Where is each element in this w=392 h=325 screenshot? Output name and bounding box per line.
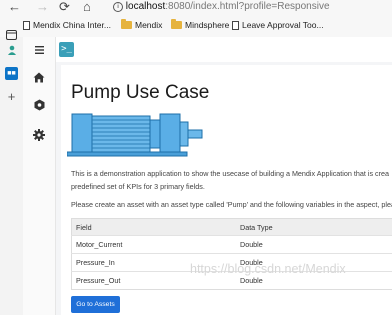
bookmark-mindsphere[interactable]: Mindsphere [171, 20, 229, 30]
page-icon [23, 21, 30, 30]
description-line-1: This is a demonstration application to s… [71, 169, 389, 178]
url-host: localhost [126, 1, 165, 12]
menu-icon[interactable] [32, 43, 46, 57]
content-card: Pump Use Case This is a demonstration ap… [61, 65, 392, 325]
bookmark-mendix[interactable]: Mendix [121, 20, 162, 30]
table-header-row: Field Data Type [72, 219, 392, 236]
bookmark-mendix-china[interactable]: Mendix China Inter... [23, 20, 111, 30]
watermark: https://blog.csdn.net/Mendix [190, 262, 346, 276]
url-path: :8080/index.html?profile=Responsive [165, 1, 329, 12]
info-icon[interactable]: i [113, 2, 123, 12]
gear-icon[interactable] [32, 128, 46, 142]
app-logo-icon[interactable]: >_ [59, 42, 74, 57]
page-icon [232, 21, 239, 30]
bookmark-label: Mendix [135, 20, 162, 30]
person-icon[interactable] [5, 44, 18, 57]
instruction-text: Please create an asset with an asset typ… [71, 200, 392, 209]
folder-icon [171, 21, 182, 29]
browser-toolbar: ← → ⟳ ⌂ i localhost:8080/index.html?prof… [0, 0, 392, 16]
forward-arrow-icon[interactable]: → [36, 0, 49, 16]
bookmarks-bar: Mendix China Inter... Mendix Mindsphere … [0, 16, 392, 38]
home-icon[interactable]: ⌂ [83, 0, 91, 16]
add-icon[interactable]: + [5, 90, 18, 103]
app-header: >_ [56, 37, 392, 63]
asset-icon[interactable] [32, 98, 46, 112]
folder-icon [121, 21, 132, 29]
bookmark-label: Mendix China Inter... [33, 20, 111, 30]
main-content: Pump Use Case This is a demonstration ap… [56, 62, 392, 315]
browser-sidebar: ■■ + [0, 37, 24, 315]
address-bar[interactable]: i localhost:8080/index.html?profile=Resp… [113, 1, 330, 12]
app-sidebar [23, 37, 56, 315]
outlook-icon[interactable]: ■■ [5, 67, 18, 80]
back-arrow-icon[interactable]: ← [8, 0, 21, 16]
bookmark-label: Leave Approval Too... [242, 20, 324, 30]
collections-icon[interactable] [5, 28, 18, 41]
page-title: Pump Use Case [71, 82, 209, 104]
home-icon[interactable] [32, 70, 46, 84]
refresh-icon[interactable]: ⟳ [59, 0, 70, 16]
column-header-field: Field [72, 219, 237, 236]
table-row: Motor_Current Double [72, 236, 392, 254]
table-cell-data-type: Double [236, 236, 392, 254]
go-to-assets-button[interactable]: Go to Assets [71, 296, 120, 313]
table-cell-field: Motor_Current [72, 236, 237, 254]
bookmark-leave-approval[interactable]: Leave Approval Too... [232, 20, 324, 30]
pump-image [67, 110, 207, 160]
variables-table: Field Data Type Motor_Current Double Pre… [71, 218, 392, 290]
bookmark-label: Mindsphere [185, 20, 229, 30]
column-header-data-type: Data Type [236, 219, 392, 236]
description-line-2: predefined set of KPIs for 3 primary fie… [71, 182, 205, 191]
